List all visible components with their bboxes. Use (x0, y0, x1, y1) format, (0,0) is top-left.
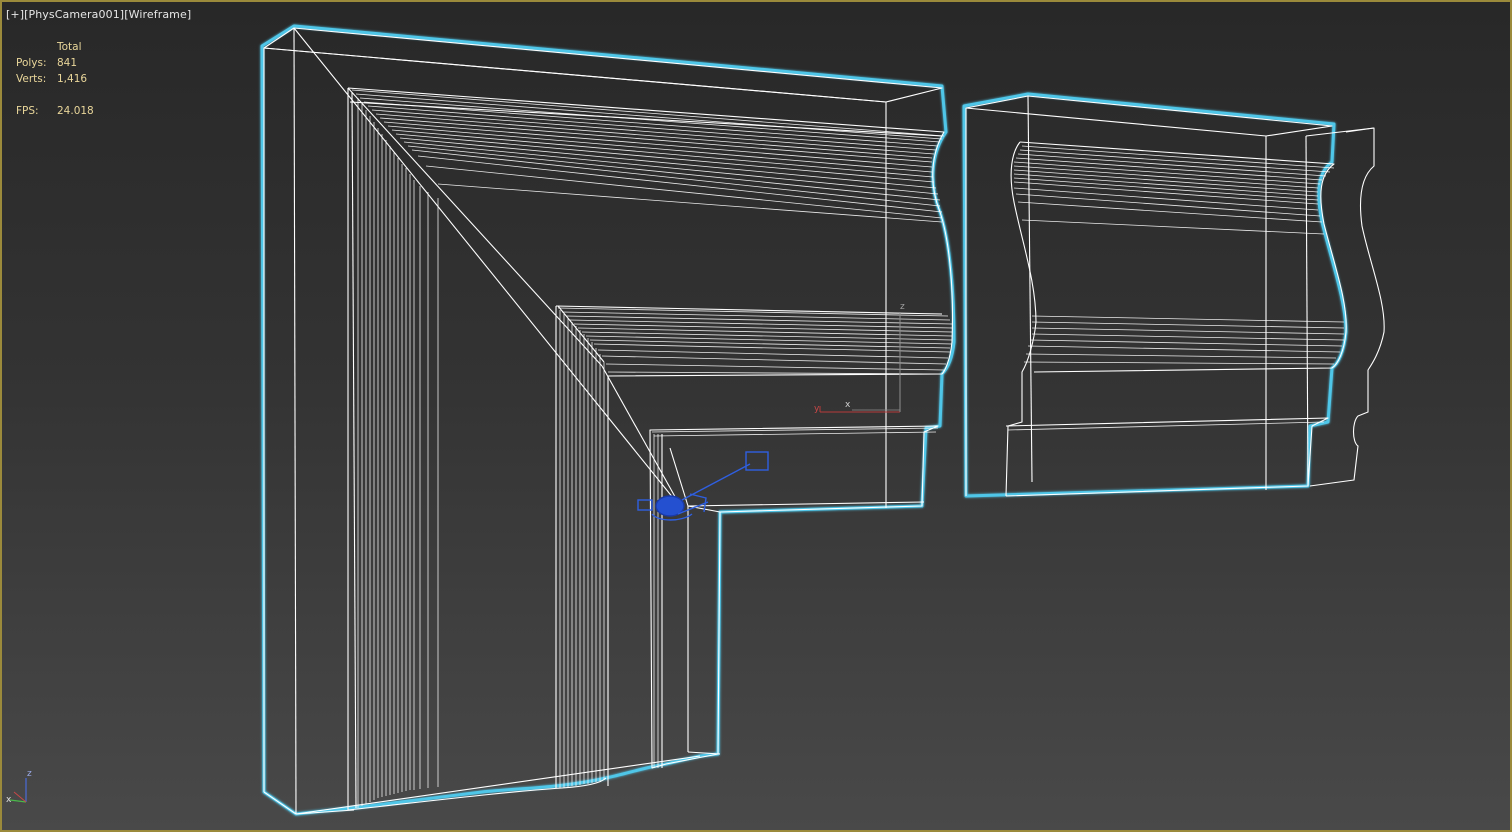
tripod-x-label: x (6, 795, 12, 805)
perspective-viewport[interactable]: [+][PhysCamera001][Wireframe] Total Poly… (0, 0, 1512, 832)
gizmo-x-label: x (845, 400, 851, 410)
axis-tripod: z x (6, 769, 32, 805)
tripod-z-label: z (27, 769, 32, 779)
corner-moulding-mesh[interactable] (260, 24, 956, 816)
gizmo-y-label: y (814, 404, 820, 414)
straight-moulding-mesh[interactable] (962, 92, 1385, 498)
scene-canvas[interactable]: x y z z x (2, 2, 1510, 830)
gizmo-z-label: z (900, 302, 905, 312)
